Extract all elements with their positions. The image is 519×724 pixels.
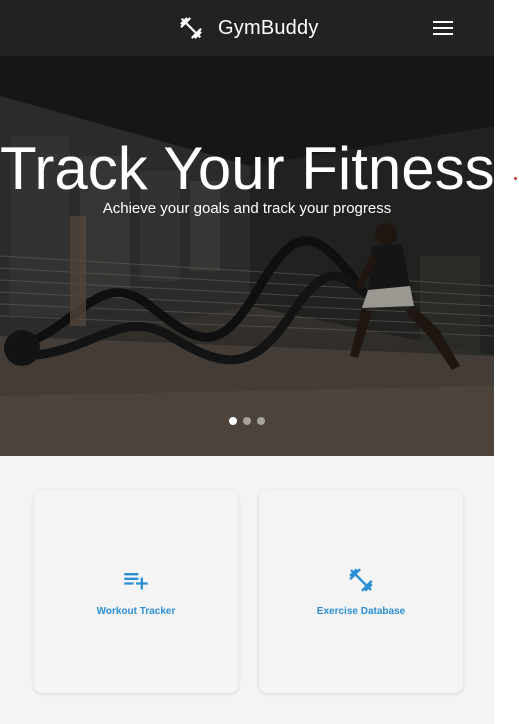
app-container: GymBuddy Track Your Fitness Achieve your… <box>0 0 494 724</box>
carousel-indicators <box>0 417 494 425</box>
brand-name: GymBuddy <box>218 16 319 39</box>
carousel-dot-1[interactable] <box>229 417 237 425</box>
workout-tracker-label: Workout Tracker <box>96 606 176 617</box>
stray-dot <box>514 177 517 180</box>
hamburger-menu-icon <box>433 21 453 35</box>
brand[interactable]: GymBuddy <box>178 14 319 42</box>
carousel-dot-2[interactable] <box>243 417 251 425</box>
hero-carousel[interactable]: Track Your Fitness Achieve your goals an… <box>0 56 494 456</box>
exercise-database-label: Exercise Database <box>316 606 406 617</box>
hero-subtitle: Achieve your goals and track your progre… <box>102 200 392 217</box>
dumbbell-icon <box>180 17 202 39</box>
exercise-database-card[interactable]: Exercise Database <box>259 490 463 693</box>
menu-button[interactable] <box>430 16 456 40</box>
top-navbar: GymBuddy <box>0 0 494 56</box>
carousel-dot-3[interactable] <box>257 417 265 425</box>
workout-tracker-card[interactable]: Workout Tracker <box>34 490 238 693</box>
dumbbell-icon <box>349 568 373 592</box>
hero-title: Track Your Fitness <box>0 135 494 203</box>
hero-background-image <box>0 56 494 456</box>
playlist-add-icon <box>124 573 148 590</box>
